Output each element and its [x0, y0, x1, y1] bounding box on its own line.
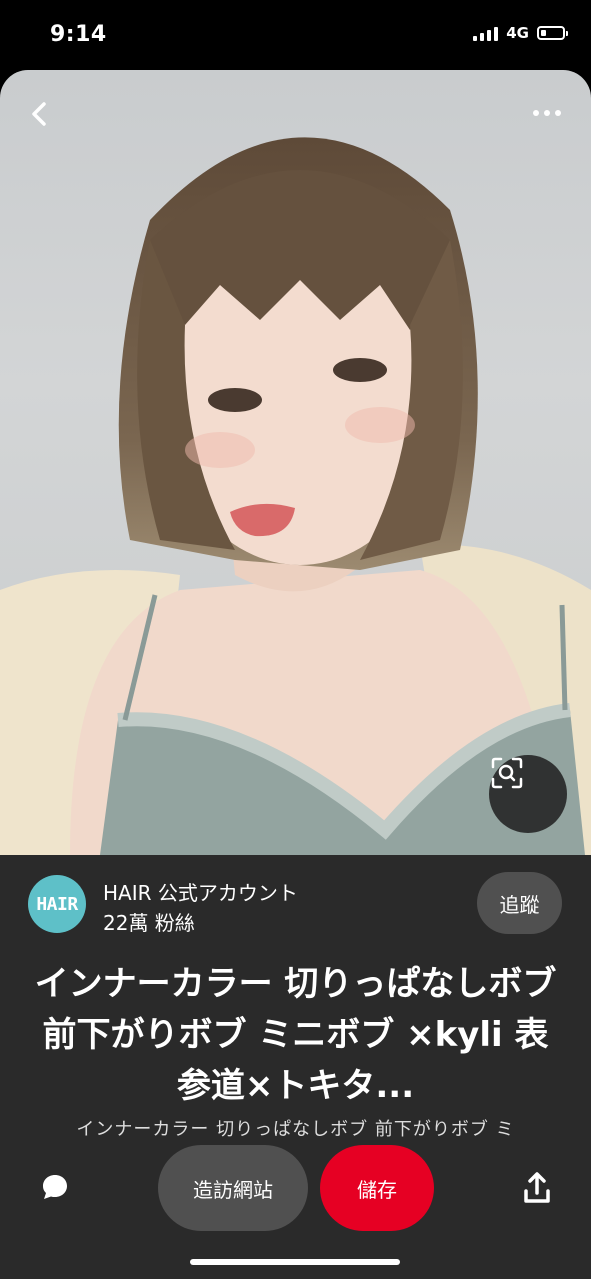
follower-count: 22萬 粉絲 [103, 911, 195, 935]
status-bar: 9:14 4G [0, 0, 591, 70]
status-time: 9:14 [50, 22, 107, 47]
share-button[interactable] [522, 1171, 552, 1205]
portrait-illustration [0, 137, 591, 855]
network-type: 4G [506, 24, 529, 42]
signal-icon [473, 25, 499, 41]
visual-search-icon [491, 757, 523, 789]
chevron-left-icon [32, 102, 46, 126]
comment-icon [43, 1175, 67, 1199]
more-options-button[interactable] [533, 110, 561, 116]
pin-image[interactable] [0, 70, 591, 855]
pin-details: HAIR HAIR 公式アカウント 22萬 粉絲 追蹤 インナーカラー 切りっぱ… [0, 855, 591, 1279]
battery-level [541, 30, 546, 36]
comment-button[interactable] [40, 1172, 70, 1202]
back-button[interactable] [28, 100, 64, 136]
share-icon [524, 1172, 550, 1203]
account-avatar[interactable]: HAIR [28, 875, 86, 933]
visual-search-button[interactable] [489, 755, 567, 833]
save-button[interactable]: 儲存 [320, 1145, 434, 1231]
status-icons: 4G [473, 24, 568, 42]
follow-button[interactable]: 追蹤 [477, 872, 562, 934]
battery-icon [537, 26, 568, 40]
visit-site-button[interactable]: 造訪網站 [158, 1145, 308, 1231]
pin-description[interactable]: インナーカラー 切りっぱなしボブ 前下がりボブ ミ [30, 1115, 561, 1141]
home-indicator[interactable] [190, 1259, 400, 1265]
account-name[interactable]: HAIR 公式アカウント [103, 877, 298, 906]
more-horizontal-icon [533, 110, 539, 116]
pin-title: インナーカラー 切りっぱなしボブ 前下がりボブ ミニボブ ×kyli 表参道×ト… [34, 964, 557, 1106]
